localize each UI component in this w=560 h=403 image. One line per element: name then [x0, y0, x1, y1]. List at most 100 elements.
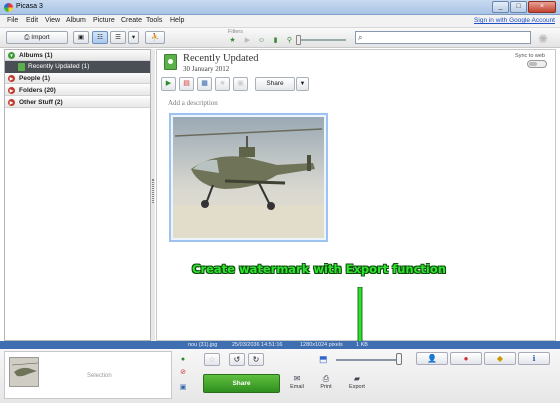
search-input[interactable]	[368, 33, 528, 43]
window-title: Picasa 3	[16, 3, 43, 10]
minimize-button[interactable]: _	[492, 1, 509, 13]
star-button[interactable]: ★	[215, 77, 230, 91]
sidebar-item-people[interactable]: ▶ People (1)	[5, 73, 150, 84]
sidebar-item-label: Albums (1)	[19, 52, 53, 59]
add-to-album-icon[interactable]: ▣	[175, 382, 191, 393]
splitter-grip[interactable]	[152, 179, 154, 203]
share-dropdown-button[interactable]: ▼	[296, 77, 309, 91]
grid-icon: ☷	[97, 34, 103, 41]
face-filter-icon[interactable]: ☺	[257, 36, 266, 45]
sidebar-item-label: Recently Updated (1)	[28, 63, 90, 70]
import-label: Import	[31, 34, 50, 41]
star-icon: ★	[219, 80, 226, 87]
tag-icon: ◆	[496, 354, 504, 363]
busy-spinner-icon: ✺	[537, 32, 549, 46]
sidebar-item-recently-updated[interactable]: Recently Updated (1)	[5, 61, 150, 73]
selected-photo-thumbnail[interactable]	[9, 357, 39, 387]
picasa-logo-icon	[4, 3, 13, 12]
status-datetime: 25/03/2036 14:51:16	[232, 342, 283, 348]
share-button[interactable]: Share	[203, 374, 280, 393]
rotate-right-icon: ↻	[252, 355, 260, 364]
export-label: Export	[349, 384, 365, 390]
export-folder-icon: ▰	[353, 374, 361, 383]
email-label: Email	[290, 384, 304, 390]
search-box[interactable]: ⌕	[355, 31, 531, 44]
info-icon: ℹ	[532, 354, 536, 363]
save-button[interactable]: ▣	[233, 77, 248, 91]
maximize-button[interactable]: □	[510, 1, 527, 13]
sidebar-item-albums[interactable]: ▼ Albums (1)	[5, 50, 150, 61]
starred-filter-icon[interactable]: ★	[228, 36, 237, 45]
people-panel-button[interactable]: 👤	[416, 352, 448, 365]
view-library-button[interactable]: ▣	[73, 31, 89, 44]
sidebar-splitter[interactable]	[151, 49, 155, 341]
info-panel-button[interactable]: ℹ	[518, 352, 550, 365]
menu-picture[interactable]: Picture	[93, 17, 115, 24]
zoom-slider-handle[interactable]	[396, 353, 402, 365]
expand-icon[interactable]: ▶	[8, 87, 15, 94]
zoom-icon: ⬒	[319, 354, 328, 364]
export-button[interactable]: ▰ Export	[344, 374, 370, 390]
view-dropdown[interactable]: ▾	[128, 31, 139, 44]
collapse-icon[interactable]: ▼	[8, 52, 15, 59]
menu-bar: File Edit View Album Picture Create Tool…	[0, 15, 560, 28]
sidebar-item-label: People (1)	[19, 75, 51, 82]
sidebar-item-folders[interactable]: ▶ Folders (20)	[5, 85, 150, 96]
sign-in-link[interactable]: Sign in with Google Account	[474, 17, 555, 24]
star-photo-button[interactable]: ☆	[204, 353, 220, 366]
collage-button[interactable]: ▤	[179, 77, 194, 91]
email-button[interactable]: ✉ Email	[284, 374, 310, 390]
toolbar: ⎙ Import ▣ ☷ ☰ ▾ ⛹ Filters ★ ▶ ☺ ▮ ⚲ ⌕ ✺	[0, 28, 560, 48]
photo-thumbnail[interactable]	[169, 113, 328, 242]
clear-selection-icon[interactable]: ⊘	[177, 367, 189, 378]
menu-help[interactable]: Help	[170, 17, 184, 24]
selection-tray: Selection	[4, 351, 172, 399]
menu-tools[interactable]: Tools	[146, 17, 162, 24]
print-button[interactable]: ⎙ Print	[313, 374, 339, 390]
window-controls: _ □ ×	[492, 1, 556, 13]
helicopter-photo	[173, 117, 324, 238]
close-button[interactable]: ×	[528, 1, 556, 13]
search-icon: ⌕	[358, 33, 363, 42]
places-panel-button[interactable]: ●	[450, 352, 482, 365]
collage-icon: ▤	[183, 80, 190, 87]
rotate-left-button[interactable]: ↺	[229, 353, 245, 366]
movie-button[interactable]: ▦	[197, 77, 212, 91]
email-icon: ✉	[293, 374, 301, 383]
album-share-button[interactable]: Share	[255, 77, 295, 91]
expand-icon[interactable]: ▶	[8, 99, 15, 106]
add-description-field[interactable]: Add a description	[168, 99, 218, 107]
sidebar-item-label: Other Stuff (2)	[19, 99, 63, 106]
folder-view-icon: ▣	[77, 34, 85, 41]
menu-create[interactable]: Create	[121, 17, 142, 24]
import-button[interactable]: ⎙ Import	[6, 31, 68, 44]
geotag-filter-icon[interactable]: ⚲	[285, 36, 294, 45]
chevron-down-icon: ▼	[299, 81, 306, 87]
rotate-left-icon: ↺	[233, 355, 241, 364]
tags-panel-button[interactable]: ◆	[484, 352, 516, 365]
expand-icon[interactable]: ▶	[8, 75, 15, 82]
hold-selection-icon[interactable]: ●	[177, 354, 189, 365]
upload-filter-icon[interactable]: ▮	[271, 36, 280, 45]
menu-edit[interactable]: Edit	[26, 17, 38, 24]
print-label: Print	[320, 384, 332, 390]
menu-view[interactable]: View	[45, 17, 60, 24]
filter-slider-handle[interactable]	[296, 35, 301, 45]
view-thumbnails-button[interactable]: ☷	[92, 31, 108, 44]
sync-toggle[interactable]	[527, 60, 547, 68]
photo-tray-panel: Selection ● ⊘ ▣ ☆ ↺ ↻ ⬒ 👤 ● ◆ ℹ Share ✉ …	[0, 349, 560, 403]
rotate-right-button[interactable]: ↻	[248, 353, 264, 366]
filters-label: Filters	[228, 29, 243, 35]
chevron-down-icon: ▾	[131, 34, 136, 41]
people-view-button[interactable]: ⛹	[145, 31, 165, 44]
view-details-button[interactable]: ☰	[110, 31, 126, 44]
filter-slider-track	[300, 39, 346, 41]
album-icon	[18, 63, 25, 71]
menu-album[interactable]: Album	[66, 17, 86, 24]
video-filter-icon[interactable]: ▶	[243, 36, 252, 45]
library-sidebar: ▼ Albums (1) Recently Updated (1) ▶ Peop…	[4, 49, 151, 341]
annotation-text: Create watermark with Export function	[192, 262, 446, 276]
slideshow-button[interactable]: ▶	[161, 77, 176, 91]
menu-file[interactable]: File	[7, 17, 18, 24]
sidebar-item-other-stuff[interactable]: ▶ Other Stuff (2)	[5, 97, 150, 108]
